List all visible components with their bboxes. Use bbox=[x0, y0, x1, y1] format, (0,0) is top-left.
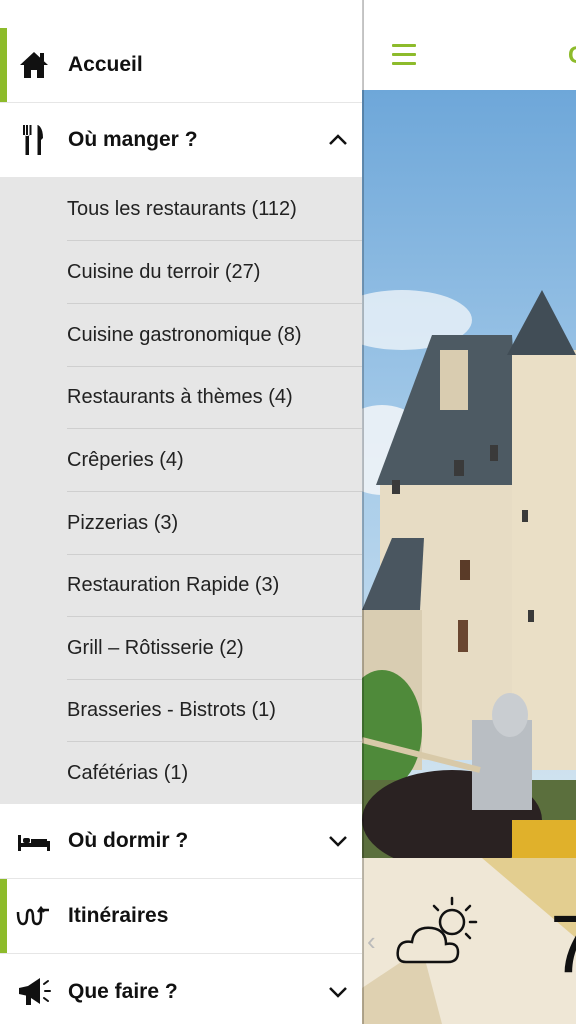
submenu-item[interactable]: Tous les restaurants (112) bbox=[67, 178, 362, 241]
chevron-down-icon[interactable] bbox=[328, 831, 348, 851]
submenu-item[interactable]: Restaurants à thèmes (4) bbox=[67, 366, 362, 429]
submenu-item[interactable]: Pizzerias (3) bbox=[67, 492, 362, 555]
submenu-item[interactable]: Crêperies (4) bbox=[67, 429, 362, 492]
submenu-item-label: Tous les restaurants (112) bbox=[67, 198, 297, 220]
partly-cloudy-icon bbox=[396, 896, 478, 964]
nav-item-routes[interactable]: Itinéraires bbox=[0, 879, 362, 954]
nav-item-home[interactable]: Accueil bbox=[0, 28, 362, 103]
active-indicator bbox=[0, 28, 7, 102]
hamburger-menu-icon[interactable] bbox=[392, 44, 416, 66]
weather-widget: ‹ 7 bbox=[362, 858, 576, 1024]
nav-item-label: Que faire ? bbox=[68, 980, 178, 1003]
app-title: C bbox=[568, 42, 576, 70]
submenu-item[interactable]: Cuisine du terroir (27) bbox=[67, 241, 362, 304]
navigation-drawer: Accueil Où manger ? Tous les restaurants… bbox=[0, 0, 362, 1030]
temperature-value: 7 bbox=[550, 899, 576, 990]
submenu-item-label: Cafétérias (1) bbox=[67, 762, 189, 784]
submenu-item-label: Pizzerias (3) bbox=[67, 512, 179, 534]
hero-image-castle bbox=[362, 90, 576, 858]
submenu-item[interactable]: Grill – Rôtisserie (2) bbox=[67, 617, 362, 680]
background-app: C bbox=[362, 0, 576, 1024]
submenu-eat: Tous les restaurants (112) Cuisine du te… bbox=[0, 178, 362, 804]
active-indicator bbox=[0, 879, 7, 953]
submenu-item-label: Grill – Rôtisserie (2) bbox=[67, 637, 244, 659]
submenu-item[interactable]: Restauration Rapide (3) bbox=[67, 554, 362, 617]
submenu-item[interactable]: Brasseries - Bistrots (1) bbox=[67, 679, 362, 742]
nav-item-label: Itinéraires bbox=[68, 904, 169, 927]
submenu-item[interactable]: Cafétérias (1) bbox=[67, 742, 362, 804]
submenu-item-label: Cuisine gastronomique (8) bbox=[67, 324, 302, 346]
megaphone-icon bbox=[19, 978, 51, 1005]
nav-item-eat[interactable]: Où manger ? bbox=[0, 103, 362, 178]
bed-icon bbox=[18, 835, 50, 851]
chevron-up-icon[interactable] bbox=[328, 130, 348, 150]
submenu-item-label: Crêperies (4) bbox=[67, 449, 184, 471]
chevron-down-icon[interactable] bbox=[328, 982, 348, 1002]
nav-item-todo[interactable]: Que faire ? bbox=[0, 954, 362, 1030]
submenu-item[interactable]: Cuisine gastronomique (8) bbox=[67, 304, 362, 367]
home-icon bbox=[20, 52, 48, 78]
nav-item-label: Où manger ? bbox=[68, 128, 198, 151]
nav-item-label: Accueil bbox=[68, 53, 143, 76]
nav-item-sleep[interactable]: Où dormir ? bbox=[0, 804, 362, 879]
submenu-item-label: Cuisine du terroir (27) bbox=[67, 261, 261, 283]
submenu-item-label: Restaurants à thèmes (4) bbox=[67, 386, 293, 408]
top-app-bar: C bbox=[362, 0, 576, 91]
submenu-item-label: Restauration Rapide (3) bbox=[67, 574, 280, 596]
fork-knife-icon bbox=[23, 125, 43, 155]
nav-item-label: Où dormir ? bbox=[68, 829, 189, 852]
submenu-item-label: Brasseries - Bistrots (1) bbox=[67, 699, 276, 721]
route-icon bbox=[16, 905, 49, 926]
chevron-left-icon[interactable]: ‹ bbox=[367, 926, 376, 957]
